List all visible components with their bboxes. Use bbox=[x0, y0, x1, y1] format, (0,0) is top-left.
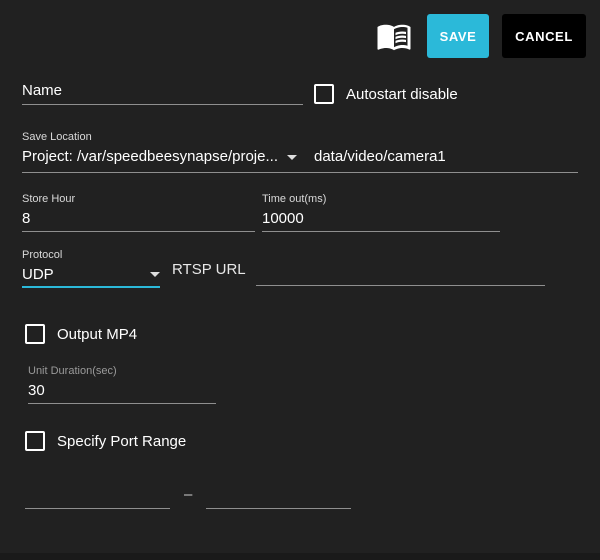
rtsp-url-label: RTSP URL bbox=[172, 261, 246, 278]
save-location-row: Project: /var/speedbeesynapse/proje... d… bbox=[22, 145, 578, 169]
protocol-label: Protocol bbox=[22, 249, 63, 261]
time-out-label: Time out(ms) bbox=[262, 193, 327, 205]
specify-port-range-row[interactable]: Specify Port Range bbox=[25, 431, 186, 451]
save-button[interactable]: SAVE bbox=[427, 14, 489, 58]
port-min-input[interactable] bbox=[25, 482, 170, 509]
port-max-input[interactable] bbox=[206, 482, 352, 509]
camera-settings-panel: SAVE CANCEL Name Autostart disable Save … bbox=[0, 0, 600, 560]
port-range-inputs: – bbox=[25, 482, 352, 509]
unit-duration-field: Unit Duration(sec) 30 bbox=[28, 364, 216, 404]
manual-book-icon[interactable] bbox=[374, 16, 414, 56]
specify-port-range-label: Specify Port Range bbox=[57, 432, 187, 450]
rtsp-url-input[interactable] bbox=[255, 247, 545, 286]
open-book-icon bbox=[377, 24, 411, 51]
store-hour-field: Store Hour 8 bbox=[22, 192, 255, 232]
rtsp-url-field: RTSP URL bbox=[172, 248, 545, 286]
output-mp4-row[interactable]: Output MP4 bbox=[25, 324, 137, 344]
toolbar: SAVE CANCEL bbox=[374, 14, 586, 58]
save-location-select[interactable]: Project: /var/speedbeesynapse/proje... bbox=[22, 145, 300, 169]
autostart-disable-checkbox[interactable] bbox=[314, 84, 334, 104]
port-range-separator: – bbox=[184, 486, 193, 503]
save-location-underline bbox=[22, 172, 578, 173]
dropdown-caret-icon bbox=[286, 154, 297, 160]
time-out-field: Time out(ms) 10000 bbox=[262, 192, 500, 232]
protocol-value: UDP bbox=[22, 265, 54, 283]
save-location-label: Save Location bbox=[22, 131, 92, 143]
name-input-label: Name bbox=[22, 82, 63, 99]
protocol-select[interactable]: UDP bbox=[22, 263, 160, 288]
name-input[interactable]: Name bbox=[22, 78, 303, 105]
store-hour-label: Store Hour bbox=[22, 193, 76, 205]
store-hour-value: 8 bbox=[22, 210, 31, 227]
unit-duration-value: 30 bbox=[28, 382, 45, 399]
unit-duration-label: Unit Duration(sec) bbox=[28, 365, 117, 377]
output-mp4-label: Output MP4 bbox=[57, 325, 138, 343]
time-out-input[interactable]: 10000 bbox=[262, 207, 500, 232]
time-out-value: 10000 bbox=[262, 210, 304, 227]
name-field: Name bbox=[22, 78, 303, 105]
save-location-field: Save Location Project: /var/speedbeesyna… bbox=[22, 130, 578, 173]
protocol-field: Protocol UDP bbox=[22, 248, 160, 288]
panel-bottom-edge bbox=[0, 553, 600, 560]
output-mp4-checkbox[interactable] bbox=[25, 324, 45, 344]
store-hour-input[interactable]: 8 bbox=[22, 207, 255, 232]
specify-port-range-checkbox[interactable] bbox=[25, 431, 45, 451]
save-location-path-input[interactable]: data/video/camera1 bbox=[314, 145, 446, 169]
cancel-button[interactable]: CANCEL bbox=[502, 14, 586, 58]
dropdown-caret-icon bbox=[150, 272, 160, 277]
autostart-disable-row[interactable]: Autostart disable bbox=[314, 84, 458, 104]
autostart-disable-label: Autostart disable bbox=[346, 85, 458, 103]
save-location-selected-value: Project: /var/speedbeesynapse/proje... bbox=[22, 148, 278, 165]
unit-duration-input[interactable]: 30 bbox=[28, 379, 216, 404]
